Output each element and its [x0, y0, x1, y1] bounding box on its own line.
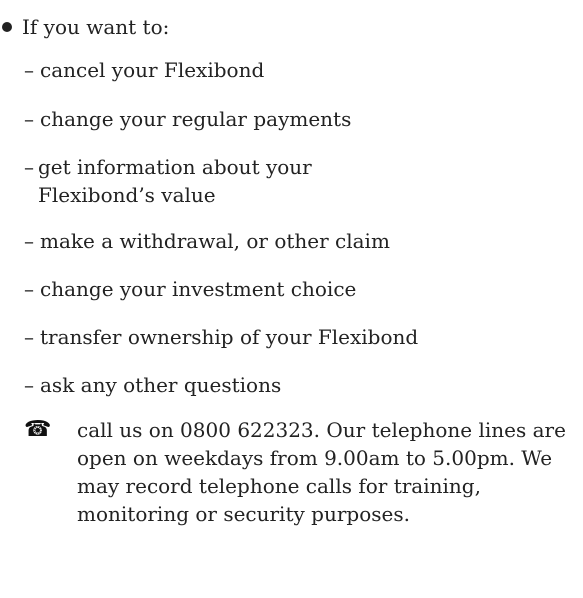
- dash-icon: –: [24, 277, 34, 301]
- telephone-icon: ☎: [24, 417, 52, 442]
- list-item-text: change your regular payments: [40, 107, 352, 131]
- list-item-text: ask any other questions: [40, 373, 282, 397]
- list-item: – transfer ownership of your Flexibond: [24, 323, 564, 351]
- dash-icon: –: [24, 373, 34, 397]
- list-item: – ask any other questions: [24, 371, 564, 399]
- list-item: – get information about your Flexibond’s…: [24, 153, 384, 209]
- contact-block: ☎ call us on 0800 622323. Our telephone …: [24, 416, 574, 528]
- dash-icon: –: [24, 155, 34, 179]
- dash-icon: –: [24, 107, 34, 131]
- bullet-icon: [2, 22, 12, 32]
- list-item-text: change your investment choice: [40, 277, 357, 301]
- dash-icon: –: [24, 58, 34, 82]
- list-item: – make a withdrawal, or other claim: [24, 227, 564, 255]
- contact-text: call us on 0800 622323. Our telephone li…: [77, 418, 566, 526]
- list-item: – cancel your Flexibond: [24, 56, 564, 84]
- list-item: – change your investment choice: [24, 275, 564, 303]
- list-item-text: get information about your Flexibond’s v…: [38, 155, 312, 207]
- dash-icon: –: [24, 325, 34, 349]
- dash-icon: –: [24, 229, 34, 253]
- list-item: – change your regular payments: [24, 105, 564, 133]
- list-item-text: transfer ownership of your Flexibond: [40, 325, 419, 349]
- list-item-text: cancel your Flexibond: [40, 58, 265, 82]
- list-item-text: make a withdrawal, or other claim: [40, 229, 390, 253]
- document-page: If you want to: – cancel your Flexibond …: [0, 0, 583, 598]
